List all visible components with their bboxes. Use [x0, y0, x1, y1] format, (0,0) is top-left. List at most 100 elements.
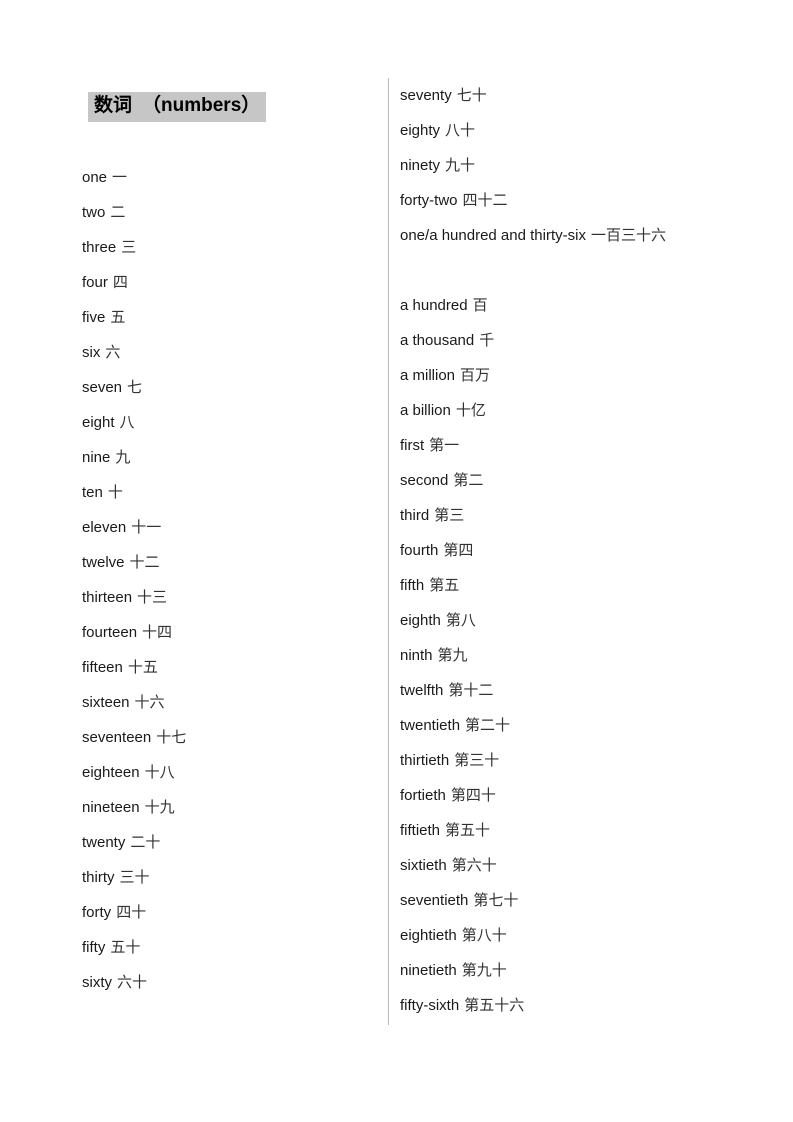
- vocab-entry: sixtieth 第六十: [400, 848, 700, 883]
- vocab-entry: eighteen 十八: [82, 755, 372, 790]
- vocab-entry-english: ten: [82, 484, 103, 501]
- vocab-entry-chinese: 第六十: [451, 856, 497, 874]
- vocab-entry-chinese: 第二十: [465, 716, 511, 734]
- vocab-entry-english: fifth: [400, 577, 425, 594]
- vocab-entry: fifty 五十: [82, 930, 372, 965]
- vocab-entry-chinese: 第九十: [461, 961, 507, 979]
- vocab-entry: two 二: [82, 195, 372, 230]
- vocab-entry-chinese: 十亿: [455, 401, 486, 419]
- vocab-entry-chinese: 第一: [429, 436, 460, 454]
- vocab-entry: eight 八: [82, 405, 372, 440]
- vocab-entry-chinese: 十九: [144, 798, 175, 816]
- vocab-entry-chinese: 百万: [460, 366, 491, 384]
- vocab-entry-english: first: [400, 437, 425, 454]
- vocab-entry-chinese: 十一: [131, 518, 162, 536]
- vocab-entry-chinese: 第二: [453, 471, 484, 489]
- vocab-entry-chinese: 十四: [142, 623, 173, 641]
- vocab-entry: eighth 第八: [400, 603, 700, 638]
- vocab-entry-english: ninety: [400, 157, 441, 174]
- vocab-entry-chinese: 八: [119, 413, 135, 431]
- right-column-entry-list: seventy 七十 eighty 八十 ninety 九十 forty-two 四十二 one…: [400, 78, 700, 1023]
- vocab-entry: forty 四十: [82, 895, 372, 930]
- vocab-entry: fourth 第四: [400, 533, 700, 568]
- vocab-entry: a thousand 千: [400, 323, 700, 358]
- page-title: 数词 （numbers）: [88, 92, 267, 122]
- column-divider: [388, 78, 389, 1025]
- vocab-entry-english: five: [82, 309, 106, 326]
- vocab-entry-english: two: [82, 204, 106, 221]
- vocab-entry-chinese: 第三十: [454, 751, 500, 769]
- vocab-entry-chinese: 第三: [434, 506, 465, 524]
- vocab-entry-chinese: 五十: [110, 938, 141, 956]
- vocab-entry: thirteen 十三: [82, 580, 372, 615]
- vocab-entry: eightieth 第八十: [400, 918, 700, 953]
- vocab-entry-english: eightieth: [400, 927, 457, 944]
- vocab-entry-english: twentieth: [400, 717, 461, 734]
- vocab-entry-english: sixty: [82, 974, 112, 991]
- vocab-entry: fiftieth 第五十: [400, 813, 700, 848]
- vocab-entry: one 一: [82, 160, 372, 195]
- vocab-entry-chinese: 十: [107, 483, 123, 501]
- vocab-entry-english: one/a hundred and thirty-six: [400, 227, 586, 244]
- vocab-entry-chinese: 十八: [144, 763, 175, 781]
- vocab-entry-english: ninth: [400, 647, 433, 664]
- vocab-entry-english: fourteen: [82, 624, 138, 641]
- vocab-entry: third 第三: [400, 498, 700, 533]
- vocab-entry-english: eighteen: [82, 764, 140, 781]
- vocab-entry-chinese: 第八: [445, 611, 476, 629]
- vocab-entry-english: second: [400, 472, 449, 489]
- document-page: 数词 （numbers） one 一 two 二 three 三 four 四 five 五 six 六…: [0, 0, 793, 1122]
- vocab-entry-chinese: 四十: [116, 903, 147, 921]
- vocab-entry-english: fourth: [400, 542, 439, 559]
- vocab-entry-english: six: [82, 344, 101, 361]
- page-title-chinese: 数词: [94, 94, 133, 116]
- page-title-highlight: 数词 （numbers）: [88, 92, 267, 122]
- vocab-entry-english: nineteen: [82, 799, 140, 816]
- vocab-entry-chinese: 一百三十六: [590, 226, 666, 244]
- vocab-entry-chinese: 四十二: [462, 191, 508, 209]
- vocab-entry-chinese: 第五: [429, 576, 460, 594]
- vocab-entry: ten 十: [82, 475, 372, 510]
- vocab-entry-english: fifty-sixth: [400, 997, 460, 1014]
- vocab-entry-chinese: 九十: [445, 156, 476, 174]
- vocab-entry-chinese: 七十: [456, 86, 487, 104]
- left-column-entry-list: one 一 two 二 three 三 four 四 five 五 six 六 seven 七 eight 八…: [82, 160, 372, 1000]
- vocab-entry-chinese: 六十: [117, 973, 148, 991]
- vocab-entry-english: seventy: [400, 87, 452, 104]
- vocab-entry-english: a thousand: [400, 332, 475, 349]
- vocab-entry-chinese: 千: [479, 331, 495, 349]
- vocab-entry-english: three: [82, 239, 117, 256]
- vocab-entry-english: a million: [400, 367, 456, 384]
- vocab-entry-english: seven: [82, 379, 123, 396]
- vocab-entry-english: fortieth: [400, 787, 446, 804]
- vocab-entry: fifty-sixth 第五十六: [400, 988, 700, 1023]
- vocab-entry-english: a billion: [400, 402, 451, 419]
- vocab-entry: fortieth 第四十: [400, 778, 700, 813]
- vocab-entry-chinese: 二十: [130, 833, 161, 851]
- vocab-entry: a hundred 百: [400, 288, 700, 323]
- vocab-entry-english: four: [82, 274, 108, 291]
- vocab-entry: seventieth 第七十: [400, 883, 700, 918]
- vocab-entry-english: one: [82, 169, 108, 186]
- vocab-entry-chinese: 第九: [437, 646, 468, 664]
- vocab-entry-english: ninetieth: [400, 962, 457, 979]
- vocab-entry-english: twelve: [82, 554, 125, 571]
- vocab-entry-chinese: 第五十六: [464, 996, 525, 1014]
- vocab-entry-chinese: 三: [121, 238, 137, 256]
- vocab-entry-english: thirty: [82, 869, 115, 886]
- vocab-entry-chinese: 第十二: [448, 681, 494, 699]
- vocab-entry: a billion 十亿: [400, 393, 700, 428]
- vocab-entry: ninety 九十: [400, 148, 700, 183]
- vocab-entry-english: a hundred: [400, 297, 468, 314]
- vocab-entry-english: eighth: [400, 612, 441, 629]
- vocab-entry-chinese: 十六: [134, 693, 165, 711]
- vocab-entry-chinese: 十五: [127, 658, 158, 676]
- vocab-entry: four 四: [82, 265, 372, 300]
- vocab-entry: eighty 八十: [400, 113, 700, 148]
- vocab-entry-english: fifty: [82, 939, 106, 956]
- vocab-entry-chinese: 第四十: [450, 786, 496, 804]
- vocab-entry: thirty 三十: [82, 860, 372, 895]
- vocab-entry: one/a hundred and thirty-six 一百三十六: [400, 218, 700, 288]
- vocab-entry-chinese: 第八十: [461, 926, 507, 944]
- vocab-entry-english: nine: [82, 449, 111, 466]
